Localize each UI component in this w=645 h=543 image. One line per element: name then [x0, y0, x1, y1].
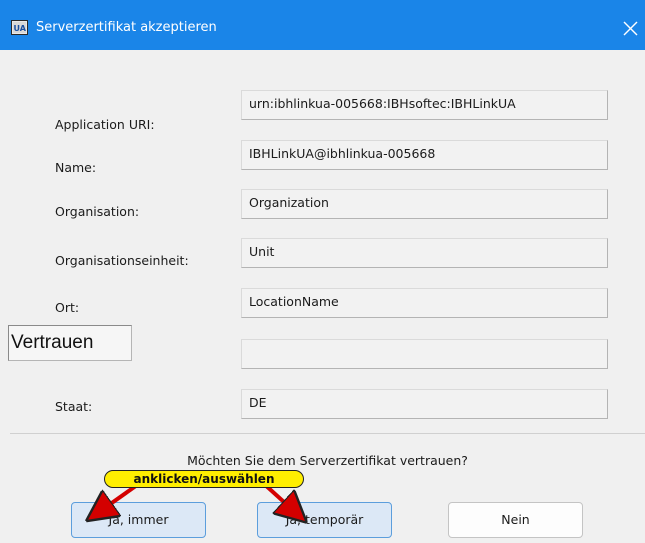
close-icon[interactable]	[613, 12, 645, 44]
field-organisation: Organization	[241, 189, 608, 219]
field-application-uri: urn:ibhlinkua-005668:IBHsoftec:IBHLinkUA	[241, 90, 608, 120]
certificate-dialog: UA Serverzertifikat akzeptieren Applicat…	[0, 0, 645, 543]
yes-always-button[interactable]: Ja, immer	[71, 502, 206, 538]
close-button[interactable]	[613, 12, 645, 44]
no-button[interactable]: Nein	[448, 502, 583, 538]
svg-text:UA: UA	[14, 24, 27, 33]
trust-question: Möchten Sie dem Serverzertifikat vertrau…	[187, 453, 468, 468]
field-label-name: Name:	[55, 160, 97, 175]
field-staat: DE	[241, 389, 608, 419]
title-bar: UA Serverzertifikat akzeptieren	[0, 0, 645, 50]
separator	[10, 433, 645, 434]
field-label-organisation: Organisation:	[55, 204, 140, 219]
vertrauen-overlay-label: Vertrauen	[8, 325, 132, 361]
field-label-organisationseinheit: Organisationseinheit:	[55, 253, 189, 268]
field-label-application-uri: Application URI:	[55, 117, 155, 132]
window-title: Serverzertifikat akzeptieren	[36, 20, 217, 35]
app-icon: UA	[11, 20, 28, 35]
callout-label: anklicken/auswählen	[104, 470, 304, 488]
field-organisationseinheit: Unit	[241, 238, 608, 268]
field-label-ort: Ort:	[55, 300, 80, 315]
field-label-staat: Staat:	[55, 399, 93, 414]
field-ort: LocationName	[241, 288, 608, 318]
yes-temporary-button[interactable]: Ja, temporär	[257, 502, 392, 538]
field-empty	[241, 339, 608, 369]
field-name: IBHLinkUA@ibhlinkua-005668	[241, 140, 608, 170]
